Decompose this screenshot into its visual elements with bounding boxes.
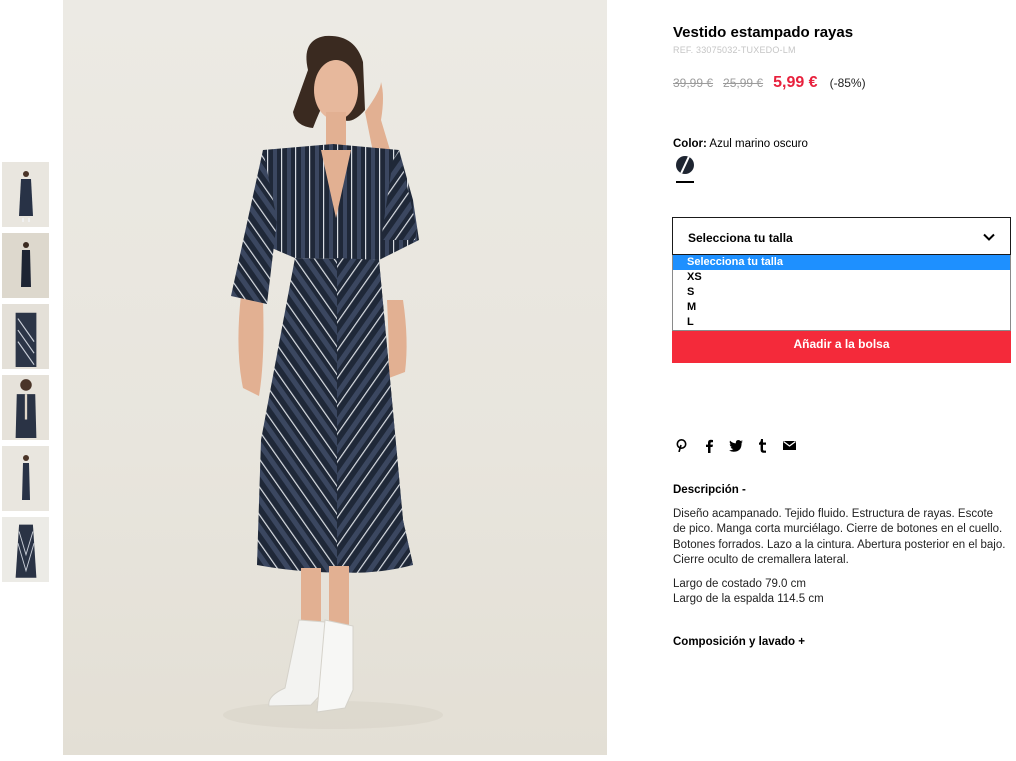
measure-back-length: Largo de la espalda 114.5 cm: [673, 593, 824, 606]
size-option-xs[interactable]: XS: [673, 270, 1010, 285]
sale-price: 5,99 €: [773, 74, 818, 91]
thumbnail-2[interactable]: [2, 233, 49, 298]
tumblr-icon[interactable]: [754, 437, 771, 454]
thumbnail-6[interactable]: [2, 517, 49, 582]
description-toggle[interactable]: Descripción -: [673, 484, 746, 496]
product-title: Vestido estampado rayas: [673, 24, 854, 41]
twitter-icon[interactable]: [727, 437, 744, 454]
thumbnail-4[interactable]: [2, 375, 49, 440]
selected-swatch-indicator: [676, 181, 694, 183]
dress-thumbnail-image: [18, 171, 33, 222]
model-in-dress-illustration: [223, 35, 443, 729]
original-price: 39,99 €: [673, 76, 714, 90]
size-select[interactable]: Selecciona tu talla: [672, 217, 1011, 255]
thumbnail-5[interactable]: [2, 446, 49, 511]
description-text: Diseño acampanado. Tejido fluido. Estruc…: [673, 508, 1006, 566]
size-option-placeholder[interactable]: Selecciona tu talla: [673, 255, 1010, 270]
price-row: 39,99 € 25,99 € 5,99 € (-85%): [673, 74, 866, 92]
pinterest-icon[interactable]: [673, 437, 690, 454]
dress-thumbnail-image: [20, 242, 31, 287]
color-label-key: Color:: [673, 138, 707, 150]
dress-thumbnail-image: [15, 312, 36, 367]
dress-thumbnail-image: [15, 379, 36, 438]
product-main-image: [63, 0, 607, 755]
dress-thumbnail-image: [21, 455, 30, 500]
dress-thumbnail-image: [15, 524, 36, 578]
size-option-s[interactable]: S: [673, 285, 1010, 300]
share-bar: [673, 437, 798, 454]
discount-badge: (-85%): [829, 76, 866, 90]
thumbnail-strip: [2, 162, 49, 588]
chevron-down-icon: [983, 233, 995, 241]
product-reference: REF. 33075032-TUXEDO-LM: [673, 45, 796, 55]
color-label: Color: Azul marino oscuro: [673, 138, 808, 150]
facebook-icon[interactable]: [700, 437, 717, 454]
composition-toggle[interactable]: Composición y lavado +: [673, 636, 805, 648]
thumbnail-1[interactable]: [2, 162, 49, 227]
color-value: Azul marino oscuro: [709, 138, 808, 150]
size-select-value: Selecciona tu talla: [688, 231, 793, 245]
measurements: Largo de costado 79.0 cm Largo de la esp…: [673, 577, 824, 608]
color-swatch-navy[interactable]: [676, 156, 694, 174]
measure-side-length: Largo de costado 79.0 cm: [673, 578, 806, 590]
size-option-l[interactable]: L: [673, 315, 1010, 330]
size-dropdown-list: Selecciona tu talla XS S M L: [672, 255, 1011, 331]
size-option-m[interactable]: M: [673, 300, 1010, 315]
previous-price: 25,99 €: [723, 76, 764, 90]
thumbnail-3[interactable]: [2, 304, 49, 369]
email-icon[interactable]: [781, 437, 798, 454]
